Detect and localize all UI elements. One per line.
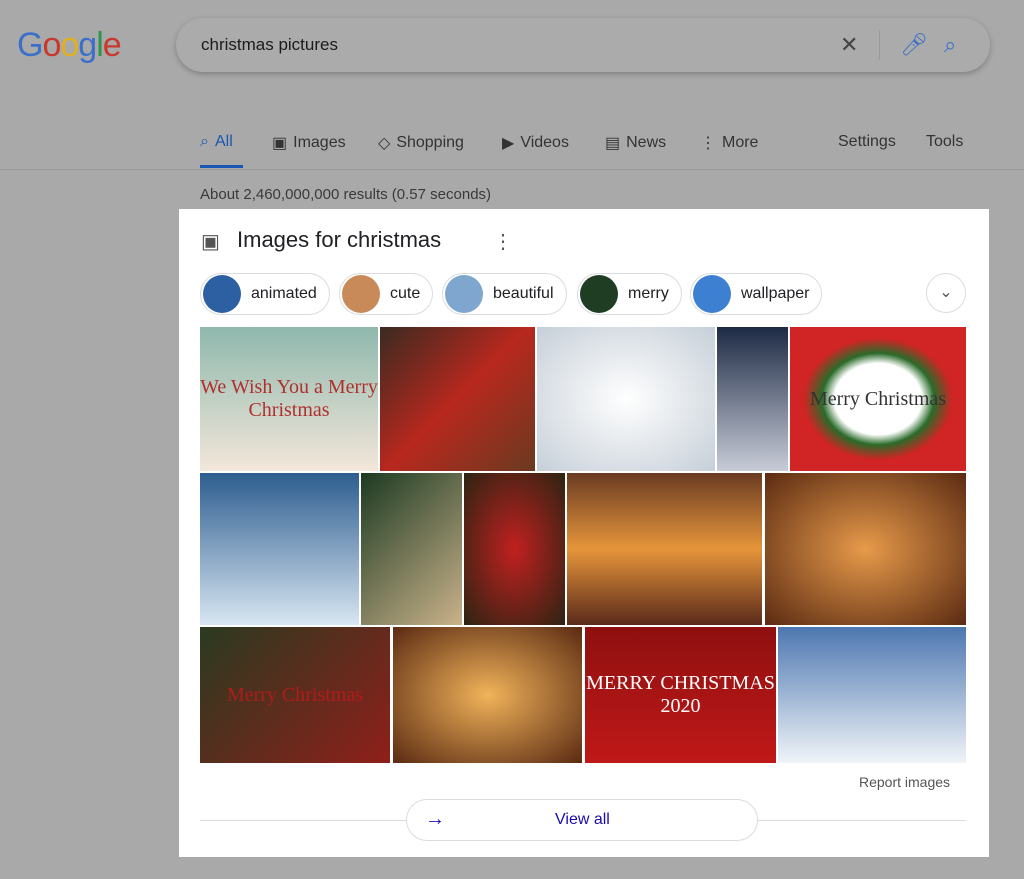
mic-icon[interactable]: 🎤︎ [900,32,928,58]
divider [0,169,1024,170]
image-result[interactable] [380,327,535,471]
news-icon: ▤ [605,135,621,152]
divider [879,30,880,60]
chip-cute[interactable]: cute [339,273,434,315]
tab-news[interactable]: ▤ News [605,133,666,153]
image-result[interactable]: Merry Christmas [200,627,390,763]
chip-merry[interactable]: merry [577,273,682,315]
report-images-link[interactable]: Report images [859,774,950,790]
image-result[interactable] [361,473,462,625]
search-icon: ⌕ [200,133,209,150]
image-caption: We Wish You a Merry Christmas [200,376,378,421]
chip-thumbnail [693,275,731,313]
chip-beautiful[interactable]: beautiful [442,273,567,315]
chip-thumbnail [580,275,618,313]
tab-shopping[interactable]: ◇ Shopping [378,133,464,153]
tab-more[interactable]: ⋮ More [700,133,758,153]
settings-link[interactable]: Settings [838,133,896,151]
image-result[interactable] [778,627,966,763]
image-result[interactable] [765,473,966,625]
result-stats: About 2,460,000,000 results (0.57 second… [200,186,492,203]
image-caption: MERRY CHRISTMAS 2020 [586,672,775,717]
image-result[interactable] [464,473,565,625]
image-result[interactable]: We Wish You a Merry Christmas [200,327,378,471]
chip-thumbnail [445,275,483,313]
image-icon: ▣ [201,231,220,253]
panel-title[interactable]: Images for christmas [237,227,441,253]
chip-thumbnail [203,275,241,313]
tab-all[interactable]: ⌕ All [200,133,233,151]
image-result[interactable] [393,627,582,763]
images-panel: ▣ Images for christmas ⋮ animated cute bea… [179,209,989,857]
chip-wallpaper[interactable]: wallpaper [690,273,823,315]
image-result[interactable] [717,327,788,471]
tools-link[interactable]: Tools [926,133,963,151]
more-vert-icon: ⋮ [700,135,716,152]
image-icon: ▣ [272,135,288,152]
view-all-button[interactable]: → View all [406,799,758,841]
more-vert-icon[interactable]: ⋮ [493,229,513,254]
search-input[interactable]: christmas pictures [201,35,338,55]
google-logo[interactable]: Google [17,26,122,65]
chevron-down-icon[interactable]: ⌄ [926,273,966,313]
tab-images[interactable]: ▣ Images [272,133,346,153]
image-result[interactable] [200,473,359,625]
arrow-right-icon: → [425,808,445,830]
active-tab-indicator [200,165,243,168]
search-box[interactable]: christmas pictures ✕ 🎤︎ ⌕ [176,18,990,72]
image-caption: Merry Christmas [809,387,947,410]
image-caption: Merry Christmas [226,683,364,706]
image-result[interactable] [567,473,762,625]
close-icon[interactable]: ✕ [840,32,858,58]
tag-icon: ◇ [378,135,391,152]
chip-animated[interactable]: animated [200,273,330,315]
image-result[interactable] [537,327,715,471]
tab-videos[interactable]: ▶ Videos [502,133,569,153]
play-icon: ▶ [502,135,515,152]
image-result[interactable]: MERRY CHRISTMAS 2020 [585,627,776,763]
chip-thumbnail [342,275,380,313]
image-result[interactable]: Merry Christmas [790,327,966,471]
search-icon[interactable]: ⌕ [944,32,956,58]
